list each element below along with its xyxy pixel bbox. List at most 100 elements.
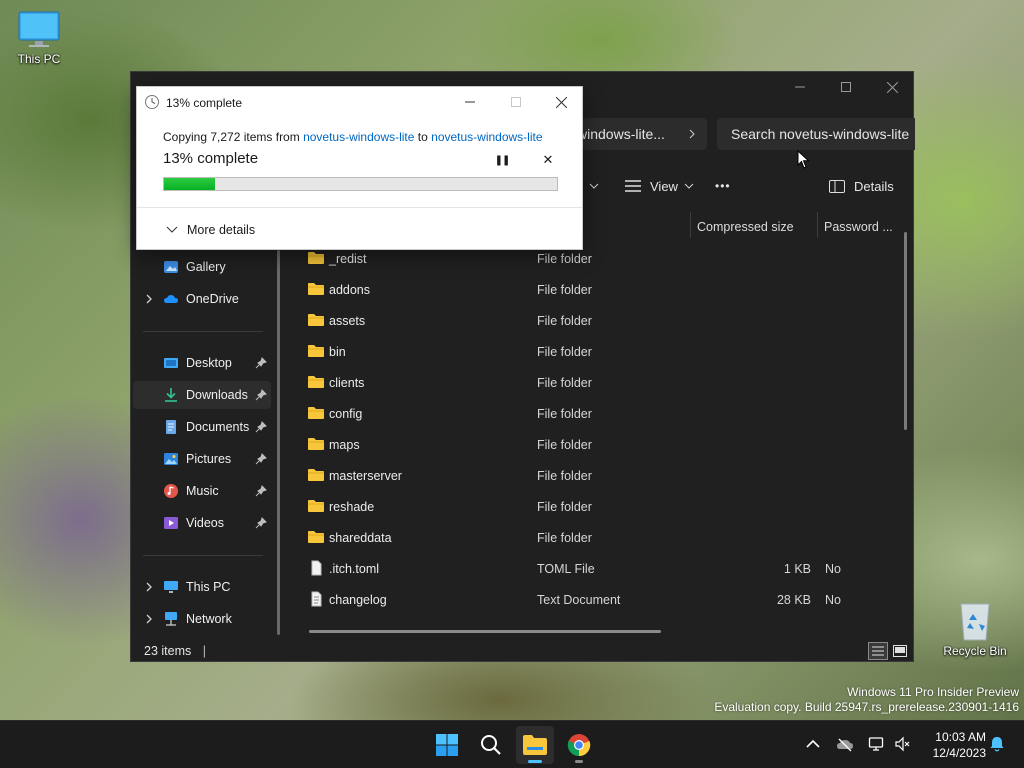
details-label: Details xyxy=(854,178,894,194)
sidebar-item-documents[interactable]: Documents xyxy=(133,413,271,441)
taskbar-chrome[interactable] xyxy=(560,726,598,764)
list-item[interactable]: assets File folder xyxy=(291,305,901,336)
chevron-right-icon[interactable] xyxy=(143,613,155,625)
pc-icon xyxy=(164,581,178,593)
text-file-icon xyxy=(311,591,322,607)
search-button[interactable] xyxy=(472,726,510,764)
pin-icon[interactable] xyxy=(255,389,267,401)
download-icon xyxy=(165,388,177,402)
list-item[interactable]: changelog Text Document 28 KB No xyxy=(291,584,901,615)
windows-logo-icon xyxy=(436,734,458,756)
chevron-down-icon xyxy=(166,226,178,233)
music-icon xyxy=(164,484,178,498)
search-input[interactable]: Search novetus-windows-lite xyxy=(717,118,915,150)
column-separator[interactable] xyxy=(817,212,818,238)
dialog-maximize-button[interactable] xyxy=(493,87,539,117)
sidebar-item-pictures[interactable]: Pictures xyxy=(133,445,271,473)
sidebar-item-videos[interactable]: Videos xyxy=(133,509,271,537)
sort-dropdown-chevron[interactable] xyxy=(589,176,599,196)
view-button[interactable]: View xyxy=(625,176,694,196)
list-item[interactable]: config File folder xyxy=(291,398,901,429)
column-header-password[interactable]: Password ... xyxy=(824,212,893,242)
maximize-icon xyxy=(841,82,851,92)
column-header-compressed-size[interactable]: Compressed size xyxy=(697,212,794,242)
document-icon xyxy=(166,420,176,434)
tiles-view-button[interactable] xyxy=(890,642,910,660)
clock[interactable]: 10:03 AM 12/4/2023 xyxy=(920,729,986,761)
watermark-line-1: Windows 11 Pro Insider Preview xyxy=(847,685,1019,699)
list-item[interactable]: reshade File folder xyxy=(291,491,901,522)
pin-icon[interactable] xyxy=(255,421,267,433)
start-button[interactable] xyxy=(428,726,466,764)
list-item[interactable]: masterserver File folder xyxy=(291,460,901,491)
vertical-scrollbar[interactable] xyxy=(904,232,907,430)
dialog-minimize-button[interactable] xyxy=(447,87,493,117)
sidebar-item-gallery[interactable]: Gallery xyxy=(133,253,271,281)
desktop-icon xyxy=(164,358,178,368)
minimize-icon xyxy=(795,86,805,88)
more-details-toggle[interactable]: More details xyxy=(163,217,273,241)
list-item[interactable]: clients File folder xyxy=(291,367,901,398)
folder-icon xyxy=(308,314,324,326)
sidebar-item-onedrive[interactable]: OneDrive xyxy=(133,285,271,313)
notification-bell-icon[interactable] xyxy=(988,735,1006,753)
this-pc-label: This PC xyxy=(17,52,61,66)
cancel-copy-button[interactable]: ✕ xyxy=(539,151,557,169)
destination-folder-link[interactable]: novetus-windows-lite xyxy=(431,130,542,144)
more-details-label: More details xyxy=(187,223,256,237)
more-icon: ••• xyxy=(715,179,731,193)
desktop-icon-this-pc[interactable]: This PC xyxy=(3,10,75,66)
taskbar-file-explorer[interactable] xyxy=(516,726,554,764)
status-bar: 23 items | xyxy=(144,644,206,658)
pin-icon[interactable] xyxy=(255,517,267,529)
sidebar-item-this-pc[interactable]: This PC xyxy=(133,573,271,601)
minimize-button[interactable] xyxy=(777,72,823,102)
close-icon xyxy=(555,96,567,108)
folder-icon xyxy=(308,500,324,512)
network-icon[interactable] xyxy=(868,735,886,753)
file-icon xyxy=(311,560,322,576)
pause-button[interactable]: ❚❚ xyxy=(493,151,511,169)
minimize-icon xyxy=(465,101,475,103)
sidebar-item-downloads[interactable]: Downloads xyxy=(133,381,271,409)
onedrive-offline-icon[interactable] xyxy=(836,735,854,753)
list-item[interactable]: addons File folder xyxy=(291,274,901,305)
maximize-button[interactable] xyxy=(823,72,869,102)
chevron-right-icon[interactable] xyxy=(143,581,155,593)
sidebar-item-network[interactable]: Network xyxy=(133,605,271,633)
folder-icon xyxy=(308,469,324,481)
sidebar-scrollbar[interactable] xyxy=(277,250,280,635)
monitor-icon xyxy=(18,11,60,47)
watermark-line-2: Evaluation copy. Build 25947.rs_prerelea… xyxy=(714,700,1019,714)
list-item[interactable]: shareddata File folder xyxy=(291,522,901,553)
item-count: 23 items xyxy=(144,644,192,658)
list-item[interactable]: maps File folder xyxy=(291,429,901,460)
sidebar-item-music[interactable]: Music xyxy=(133,477,271,505)
chevron-down-icon xyxy=(684,183,694,189)
running-indicator xyxy=(575,760,583,763)
pin-icon[interactable] xyxy=(255,357,267,369)
source-folder-link[interactable]: novetus-windows-lite xyxy=(303,130,414,144)
progress-bar xyxy=(163,177,558,191)
chevron-right-icon[interactable] xyxy=(143,293,155,305)
address-segment[interactable]: ...windows-lite xyxy=(577,126,677,142)
details-pane-button[interactable]: Details xyxy=(829,176,894,196)
address-bar[interactable]: ...windows-lite xyxy=(577,118,707,150)
volume-muted-icon[interactable] xyxy=(894,735,912,753)
pin-icon[interactable] xyxy=(255,453,267,465)
dialog-close-button[interactable] xyxy=(538,87,584,117)
list-item[interactable]: bin File folder xyxy=(291,336,901,367)
chevron-up-icon[interactable] xyxy=(804,735,822,753)
horizontal-scrollbar[interactable] xyxy=(309,630,661,633)
details-view-button[interactable] xyxy=(868,642,888,660)
sidebar-item-desktop[interactable]: Desktop xyxy=(133,349,271,377)
chevron-right-icon[interactable] xyxy=(687,128,697,140)
pin-icon[interactable] xyxy=(255,485,267,497)
close-button[interactable] xyxy=(869,72,915,102)
desktop-icon-recycle-bin[interactable]: Recycle Bin xyxy=(939,598,1011,658)
column-separator[interactable] xyxy=(690,212,691,238)
details-view-icon xyxy=(872,646,884,656)
more-options-button[interactable]: ••• xyxy=(715,176,731,196)
folder-icon xyxy=(308,438,324,450)
list-item[interactable]: .itch.toml TOML File 1 KB No xyxy=(291,553,901,584)
